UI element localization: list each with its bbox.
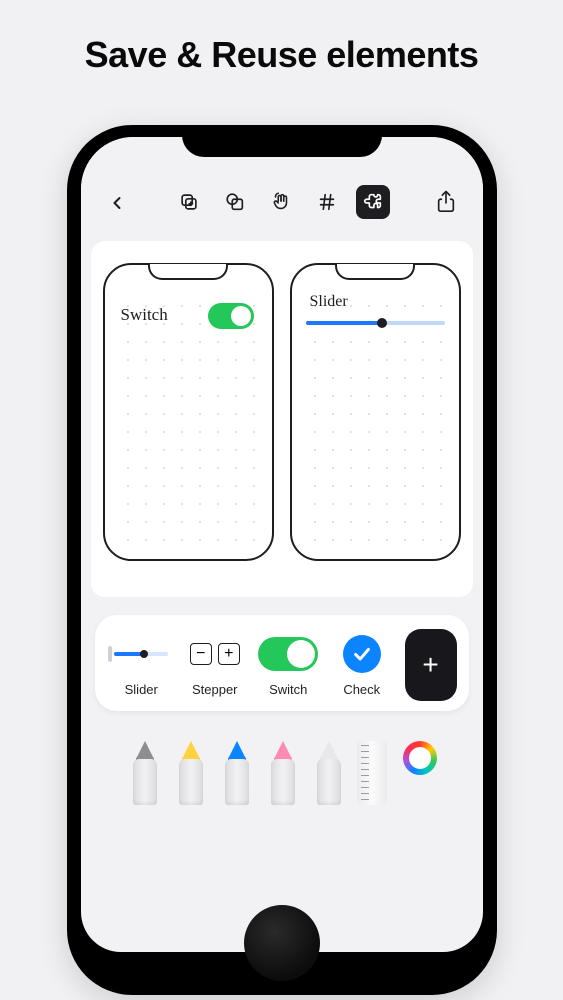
tool-pens-row xyxy=(81,725,483,805)
pen-highlighter[interactable] xyxy=(173,741,209,805)
check-icon xyxy=(327,634,397,674)
pen-blue[interactable] xyxy=(219,741,255,805)
puzzle-icon xyxy=(362,191,384,213)
back-button[interactable] xyxy=(101,187,133,219)
mockup-switch[interactable]: Switch xyxy=(103,263,274,561)
mockup-notch xyxy=(335,264,415,280)
stepper-plus-icon: + xyxy=(218,643,240,665)
element-check[interactable]: Check xyxy=(327,634,397,697)
tool-cluster xyxy=(172,185,390,219)
elements-tray: Slider − + Stepper Switch xyxy=(95,615,469,711)
home-button[interactable] xyxy=(244,905,320,981)
mockup-notch xyxy=(148,264,228,280)
pen-grey[interactable] xyxy=(127,741,163,805)
element-stepper[interactable]: − + Stepper xyxy=(180,634,250,697)
pen-eraser[interactable] xyxy=(265,741,301,805)
mockup-slider[interactable]: Slider xyxy=(290,263,461,561)
share-icon xyxy=(435,190,457,214)
pen-white[interactable] xyxy=(311,741,347,805)
share-button[interactable] xyxy=(429,185,463,219)
switch-icon xyxy=(254,634,324,674)
element-check-label: Check xyxy=(343,682,380,697)
mockup-slider-element xyxy=(306,321,445,325)
hash-icon xyxy=(316,191,338,213)
tool-hand[interactable] xyxy=(264,185,298,219)
device-notch xyxy=(182,125,382,157)
mockup-slider-label: Slider xyxy=(310,293,348,311)
tool-shape[interactable] xyxy=(218,185,252,219)
app-screen: Switch Slider Slider − + xyxy=(81,137,483,952)
tool-duplicate[interactable] xyxy=(172,185,206,219)
slider-icon xyxy=(107,634,177,674)
shape-icon xyxy=(224,191,246,213)
color-picker[interactable] xyxy=(403,741,437,775)
element-slider[interactable]: Slider xyxy=(107,634,177,697)
add-element-button[interactable]: + xyxy=(405,629,457,701)
mockup-switch-label: Switch xyxy=(121,305,168,325)
duplicate-icon xyxy=(178,191,200,213)
chevron-left-icon xyxy=(107,193,127,213)
stepper-minus-icon: − xyxy=(190,643,212,665)
device-frame: Switch Slider Slider − + xyxy=(67,125,497,995)
element-switch-label: Switch xyxy=(269,682,307,697)
element-switch[interactable]: Switch xyxy=(254,634,324,697)
hand-tap-icon xyxy=(270,191,292,213)
tool-components[interactable] xyxy=(356,185,390,219)
canvas[interactable]: Switch Slider xyxy=(91,241,473,597)
tool-grid[interactable] xyxy=(310,185,344,219)
dot-grid xyxy=(304,289,447,547)
headline: Save & Reuse elements xyxy=(0,0,563,76)
stepper-icon: − + xyxy=(180,634,250,674)
plus-icon: + xyxy=(422,649,438,681)
pen-ruler[interactable] xyxy=(357,741,387,805)
element-stepper-label: Stepper xyxy=(192,682,238,697)
mockup-switch-element xyxy=(208,303,254,329)
element-slider-label: Slider xyxy=(125,682,158,697)
